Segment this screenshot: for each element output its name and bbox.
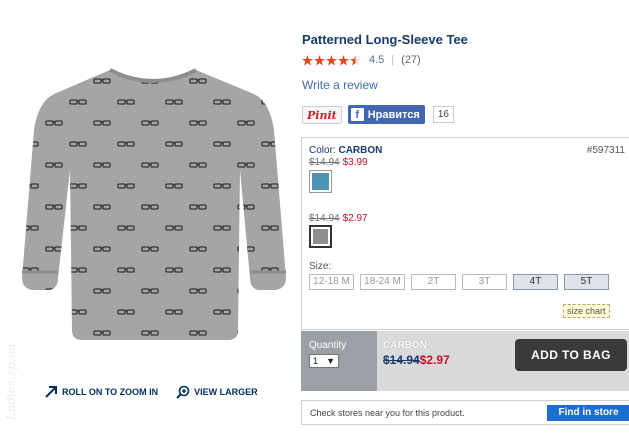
find-in-store-button[interactable]: Find in store xyxy=(547,405,629,421)
variant-new-price: $3.99 xyxy=(342,157,368,168)
swatch-fill xyxy=(312,173,329,190)
variant-old-price: $14.94 xyxy=(309,157,340,168)
quantity-label: Quantity xyxy=(309,340,347,351)
store-finder: Check stores near you for this product. … xyxy=(301,400,629,425)
bag-old-price: $14.94 xyxy=(383,353,420,367)
size-18-24m[interactable]: 18-24 M xyxy=(360,274,405,290)
bag-summary: CARBON $14.94$2.97 ADD TO BAG xyxy=(377,331,629,391)
variant-price-2: $14.94 $2.97 xyxy=(309,213,368,224)
variant-new-price: $2.97 xyxy=(342,213,368,224)
size-chart-link[interactable]: size chart xyxy=(563,304,610,318)
review-count[interactable]: (27) xyxy=(401,54,421,66)
add-to-bag-button[interactable]: ADD TO BAG xyxy=(515,339,627,371)
view-larger-label: VIEW LARGER xyxy=(194,387,258,397)
facebook-like-button[interactable]: f Нравится xyxy=(347,105,425,124)
color-name: CARBON xyxy=(338,145,383,156)
size-3t[interactable]: 3T xyxy=(462,274,507,290)
star-icon xyxy=(326,54,337,66)
size-2t[interactable]: 2T xyxy=(411,274,456,290)
write-review-link[interactable]: Write a review xyxy=(302,78,378,92)
star-icon xyxy=(338,54,349,66)
tee-illustration xyxy=(22,68,286,340)
star-rating xyxy=(302,54,361,66)
product-title: Patterned Long-Sleeve Tee xyxy=(302,32,468,47)
social-buttons: Pinit f Нравится 16 xyxy=(302,105,454,124)
image-links: ROLL ON TO ZOOM IN VIEW LARGER xyxy=(44,385,258,399)
half-star-icon xyxy=(350,54,361,66)
size-options: 12-18 M 18-24 M 2T 3T 4T 5T xyxy=(309,274,609,290)
quantity-value: 1 xyxy=(313,356,319,366)
variant-price-1: $14.94 $3.99 xyxy=(309,157,368,168)
dropdown-arrow-icon: ▼ xyxy=(326,356,335,366)
star-icon xyxy=(314,54,325,66)
bag-new-price: $2.97 xyxy=(419,353,450,367)
product-image[interactable] xyxy=(18,50,288,350)
color-line: Color: CARBON xyxy=(309,145,382,156)
rating-value: 4.5 xyxy=(369,54,385,66)
rating-row[interactable]: 4.5 | (27) xyxy=(302,54,421,66)
facebook-like-label: Нравится xyxy=(367,108,420,121)
rating-separator: | xyxy=(391,54,395,66)
facebook-like-count: 16 xyxy=(432,106,454,123)
size-4t[interactable]: 4T xyxy=(513,274,558,290)
zoom-arrow-icon xyxy=(45,386,57,398)
add-to-bag-bar: Quantity 1 ▼ CARBON $14.94$2.97 ADD TO B… xyxy=(301,331,629,391)
magnifier-plus-icon xyxy=(176,385,190,399)
quantity-area: Quantity 1 ▼ xyxy=(301,331,377,391)
color-swatch-blue[interactable] xyxy=(309,170,332,193)
facebook-icon: f xyxy=(350,108,364,121)
quantity-select[interactable]: 1 ▼ xyxy=(309,354,339,368)
view-larger-link[interactable]: VIEW LARGER xyxy=(176,385,258,399)
variant-old-price: $14.94 xyxy=(309,213,340,224)
color-swatch-carbon[interactable] xyxy=(309,225,332,248)
product-options: Color: CARBON #597311 $14.94 $3.99 $14.94… xyxy=(301,137,629,330)
size-12-18m[interactable]: 12-18 M xyxy=(309,274,354,290)
sku-number: #597311 xyxy=(586,145,625,156)
swatch-fill xyxy=(313,229,328,244)
size-label: Size: xyxy=(309,261,332,272)
pinit-button[interactable]: Pinit xyxy=(302,105,342,124)
watermark: Ladies.zp.ua xyxy=(4,343,18,420)
color-prefix: Color: xyxy=(309,145,336,156)
zoom-link[interactable]: ROLL ON TO ZOOM IN xyxy=(44,385,158,399)
star-icon xyxy=(302,54,313,66)
zoom-link-label: ROLL ON TO ZOOM IN xyxy=(62,387,159,397)
size-5t[interactable]: 5T xyxy=(564,274,609,290)
store-finder-text: Check stores near you for this product. xyxy=(310,408,465,418)
